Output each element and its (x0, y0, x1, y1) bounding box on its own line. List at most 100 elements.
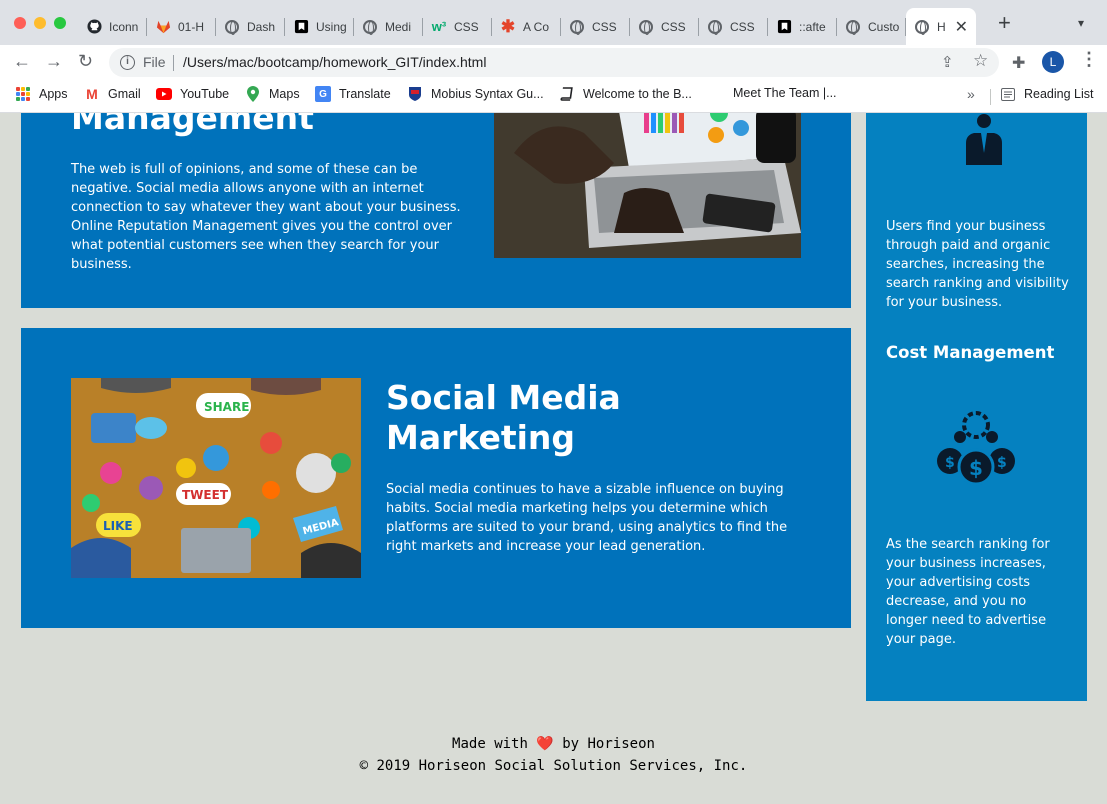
close-window-button[interactable] (14, 17, 26, 29)
card-title: Social Media Marketing (386, 378, 621, 457)
bookmark-translate[interactable]: G Translate (315, 86, 391, 102)
by-horiseon-label: by Horiseon (562, 736, 655, 752)
tab-5[interactable]: w³ CSS (423, 8, 492, 45)
card-text: Social media continues to have a sizable… (386, 482, 788, 554)
globe-icon (224, 19, 240, 35)
tab-title: Custo (868, 19, 900, 34)
bookmark-mobius[interactable]: Mobius Syntax Gu... (407, 86, 544, 102)
tab-9[interactable]: CSS (699, 8, 768, 45)
globe-icon (569, 19, 585, 35)
zoom-window-button[interactable] (54, 17, 66, 29)
tab-list: Iconn 01-H Dash Using Medi w³ CSS ✱ A Co… (78, 8, 976, 45)
bookmarks-divider (990, 89, 991, 105)
tab-title: CSS (661, 19, 686, 34)
bookmarks-overflow-icon[interactable]: » (967, 86, 975, 102)
globe-icon (914, 19, 930, 35)
globe-icon (845, 19, 861, 35)
bookmark-label: YouTube (180, 87, 230, 101)
bookmark-youtube[interactable]: YouTube (156, 86, 229, 102)
share-icon[interactable]: ⇪ (941, 53, 954, 71)
maps-icon (245, 86, 261, 102)
reading-list-button[interactable]: Reading List (1000, 86, 1094, 102)
copyright-text: © 2019 Horiseon Social Solution Services… (359, 758, 748, 774)
tab-active[interactable]: H ✕ (906, 8, 976, 45)
scheme-label: File (143, 54, 166, 70)
tab-search-chevron-icon[interactable]: ▾ (1078, 16, 1084, 30)
globe-icon (362, 19, 378, 35)
reputation-management-card: Management The web is full of opinions, … (21, 113, 851, 308)
tab-0[interactable]: Iconn (78, 8, 147, 45)
social-media-collage-image: SHARE TWEET LIKE MEDIA (71, 378, 361, 578)
bookmark-label: Meet The Team |... (733, 86, 837, 100)
benefits-sidebar: Users find your business through paid an… (866, 113, 1087, 701)
youtube-icon (156, 86, 172, 102)
bookmark-maps[interactable]: Maps (245, 86, 300, 102)
tab-title: ::afte (799, 19, 826, 34)
tab-title: Using (316, 19, 347, 34)
svg-text:SHARE: SHARE (204, 400, 249, 414)
bookmark-star-icon[interactable]: ☆ (973, 51, 988, 71)
bookmark-icon (776, 19, 792, 35)
page-viewport: Management The web is full of opinions, … (0, 113, 1107, 804)
apps-grid-icon (15, 86, 31, 102)
w3schools-icon: w³ (431, 19, 447, 34)
translate-icon: G (315, 86, 331, 102)
tab-2[interactable]: Dash (216, 8, 285, 45)
address-bar[interactable]: i File /Users/mac/bootcamp/homework_GIT/… (109, 48, 999, 77)
close-tab-icon[interactable]: ✕ (955, 17, 968, 37)
minimize-window-button[interactable] (34, 17, 46, 29)
bookmark-meet-team[interactable]: Meet The Team |... (733, 86, 837, 100)
svg-text:TWEET: TWEET (182, 488, 229, 502)
new-tab-button[interactable]: + (998, 12, 1011, 34)
bookmark-label: Mobius Syntax Gu... (431, 87, 544, 101)
toolbar: ← → ↻ i File /Users/mac/bootcamp/homewor… (0, 45, 1107, 80)
tab-title: Dash (247, 19, 276, 34)
bookmark-welcome[interactable]: Welcome to the B... (559, 86, 692, 102)
tab-7[interactable]: CSS (561, 8, 630, 45)
social-media-marketing-card: SHARE TWEET LIKE MEDIA Social Media Mark… (21, 328, 851, 628)
tab-title: 01-H (178, 19, 205, 34)
bookmark-icon (293, 19, 309, 35)
bookmark-apps[interactable]: Apps (15, 86, 68, 102)
menu-kebab-icon[interactable]: ⋮ (1080, 49, 1098, 70)
tab-4[interactable]: Medi (354, 8, 423, 45)
made-with-label: Made with (452, 736, 528, 752)
bookmark-label: Welcome to the B... (583, 87, 692, 101)
tab-title: CSS (730, 19, 755, 34)
url-text[interactable]: /Users/mac/bootcamp/homework_GIT/index.h… (183, 54, 486, 70)
heart-icon: ❤️ (536, 736, 554, 752)
tab-10[interactable]: ::afte (768, 8, 837, 45)
tab-6[interactable]: ✱ A Co (492, 8, 561, 45)
laptop-analytics-image (494, 113, 801, 258)
svg-text:LIKE: LIKE (103, 519, 133, 533)
book-icon (559, 86, 575, 102)
made-with-line: Made with ❤️ by Horiseon (0, 733, 1107, 755)
svg-text:$: $ (945, 455, 955, 471)
bookmark-label: Apps (39, 87, 68, 101)
gitlab-icon (155, 19, 171, 35)
globe-icon (638, 19, 654, 35)
address-separator (173, 55, 174, 71)
mobius-icon (407, 86, 423, 102)
lightbulb-person-icon (939, 113, 1029, 173)
profile-avatar[interactable]: L (1042, 51, 1064, 73)
tab-title: CSS (592, 19, 617, 34)
tab-11[interactable]: Custo (837, 8, 906, 45)
bookmark-gmail[interactable]: M Gmail (84, 86, 141, 102)
card-title: Management (71, 113, 314, 137)
reload-icon[interactable]: ↻ (78, 51, 93, 72)
tab-strip: Iconn 01-H Dash Using Medi w³ CSS ✱ A Co… (0, 0, 1107, 45)
reading-list-label: Reading List (1024, 87, 1094, 101)
forward-arrow-icon[interactable]: → (45, 51, 63, 72)
bookmark-label: Maps (269, 87, 300, 101)
extensions-puzzle-icon[interactable]: ✚ (1012, 53, 1025, 73)
tab-8[interactable]: CSS (630, 8, 699, 45)
tab-1[interactable]: 01-H (147, 8, 216, 45)
bookmark-label: Translate (339, 87, 391, 101)
back-arrow-icon[interactable]: ← (13, 51, 31, 72)
tab-3[interactable]: Using (285, 8, 354, 45)
tab-title: Iconn (109, 19, 139, 34)
info-icon[interactable]: i (120, 55, 135, 70)
reading-list-icon (1000, 86, 1016, 102)
cost-management-heading: Cost Management (886, 343, 1055, 362)
